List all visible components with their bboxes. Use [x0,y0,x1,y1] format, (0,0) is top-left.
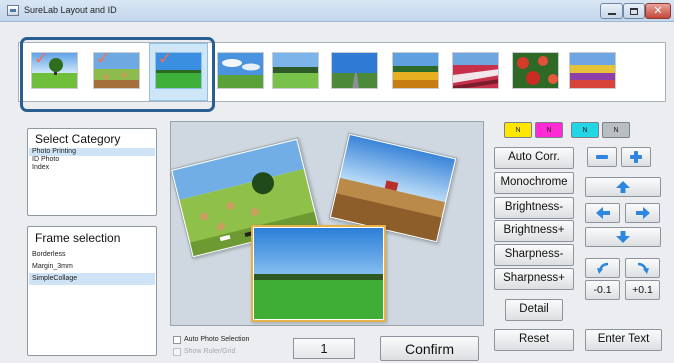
brightness-plus-button[interactable]: Brightness+ [494,220,574,242]
nudge-minus-button[interactable]: -0.1 [585,280,620,300]
minus-icon [596,155,608,159]
title-bar[interactable]: SureLab Layout and ID ✕ [0,0,674,22]
sharpness-minus-button[interactable]: Sharpness- [494,244,574,266]
color-swatch-gray[interactable]: N [602,122,630,138]
frame-selection-group: Frame selection Borderless Margin_3mm Si… [27,226,157,356]
rotate-left-icon [596,262,608,274]
show-ruler-grid-label: Show Ruler/Grid [184,348,236,355]
color-swatch-magenta[interactable]: N [535,122,563,138]
plus-icon [630,151,642,163]
maximize-button[interactable] [623,3,645,19]
copies-field[interactable]: 1 [293,338,355,359]
category-item-index[interactable]: Index [29,164,155,172]
minimize-button[interactable] [600,3,623,19]
rotate-right-icon [637,262,649,274]
thumbnail-cloud-field[interactable] [217,52,264,89]
frame-item-borderless[interactable]: Borderless [29,249,155,261]
frame-item-margin-3mm[interactable]: Margin_3mm [29,261,155,273]
sharpness-plus-button[interactable]: Sharpness+ [494,268,574,290]
detail-button[interactable]: Detail [505,299,563,321]
maximize-icon [630,7,638,15]
move-up-button[interactable] [585,177,661,197]
category-list[interactable]: Photo Printing ID Photo Index [29,148,155,172]
category-title: Select Category [35,132,121,146]
auto-photo-selection-label: Auto Photo Selection [184,336,250,343]
auto-corr-button[interactable]: Auto Corr. [494,147,574,169]
brightness-minus-button[interactable]: Brightness- [494,197,574,219]
thumbnail-sunflowers[interactable] [392,52,439,89]
color-swatch-cyan[interactable]: N [571,122,599,138]
arrow-up-icon [616,181,630,193]
thumbnail-tree-line[interactable] [272,52,319,89]
move-left-button[interactable] [585,203,620,223]
move-right-button[interactable] [625,203,660,223]
thumbnail-flower-fields[interactable] [569,52,616,89]
layout-preview[interactable] [169,121,484,326]
enter-text-button[interactable]: Enter Text [585,329,662,351]
category-item-photo-printing[interactable]: Photo Printing [29,148,155,156]
thumbnail-striped-hills[interactable] [452,52,499,89]
rotate-right-button[interactable] [625,258,660,278]
color-swatch-yellow[interactable]: N [504,122,532,138]
rotate-left-button[interactable] [585,258,620,278]
close-button[interactable]: ✕ [645,3,671,19]
zoom-in-button[interactable] [621,147,651,167]
frame-item-simplecollage[interactable]: SimpleCollage [29,273,155,285]
minimize-icon [607,12,616,15]
nudge-plus-button[interactable]: +0.1 [625,280,660,300]
app-icon [7,5,19,16]
arrow-down-icon [616,231,630,243]
category-item-id-photo[interactable]: ID Photo [29,156,155,164]
frame-selection-title: Frame selection [35,231,121,245]
window-title: SureLab Layout and ID [24,5,117,15]
frame-list[interactable]: Borderless Margin_3mm SimpleCollage [29,249,155,285]
auto-photo-selection-checkbox[interactable] [173,336,181,344]
arrow-right-icon [635,207,650,219]
confirm-button[interactable]: Confirm [380,336,479,361]
preview-photo-green-field[interactable] [251,225,386,322]
thumbnail-red-flowers[interactable] [512,52,559,89]
reset-button[interactable]: Reset [494,329,574,351]
monochrome-button[interactable]: Monochrome [494,172,574,194]
selected-photos-highlight [20,37,215,112]
thumbnail-road[interactable] [331,52,378,89]
category-group: Select Category Photo Printing ID Photo … [27,128,157,216]
show-ruler-grid-checkbox[interactable] [173,348,181,356]
zoom-out-button[interactable] [587,147,617,167]
arrow-left-icon [595,207,610,219]
close-icon: ✕ [653,4,663,17]
move-down-button[interactable] [585,227,661,247]
